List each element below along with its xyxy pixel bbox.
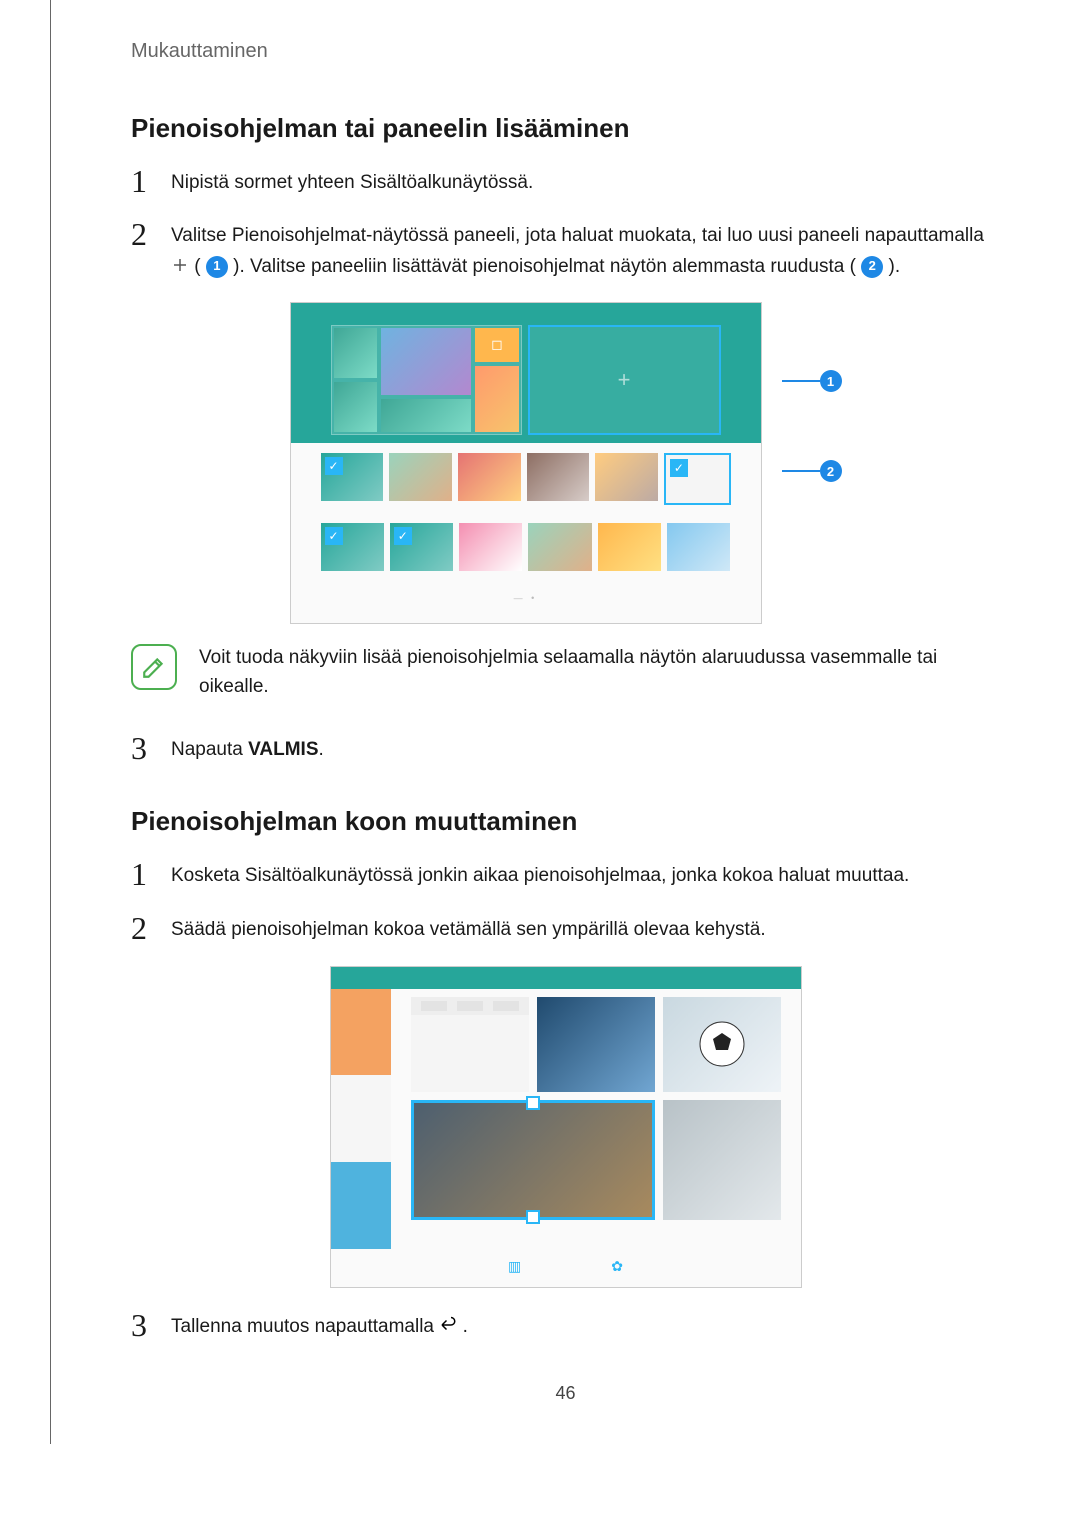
back-icon <box>439 1312 457 1342</box>
widget-thumb[interactable] <box>667 523 730 571</box>
step-number: 2 <box>131 911 171 946</box>
widget-thumb[interactable] <box>598 523 661 571</box>
step-text: Napauta VALMIS. <box>171 731 1000 765</box>
step-number: 2 <box>131 217 171 252</box>
figure-widget-resize: ▥ ✿ <box>330 966 802 1288</box>
figure-2-wrap: ▥ ✿ <box>131 966 1000 1288</box>
callout-1: 1 <box>820 370 842 392</box>
step-text: Tallenna muutos napauttamalla . <box>171 1308 1000 1343</box>
step-number: 1 <box>131 857 171 892</box>
tile <box>663 997 781 1092</box>
step-text: Valitse Pienoisohjelmat-näytössä paneeli… <box>171 217 1000 282</box>
heading-resize-widget: Pienoisohjelman koon muuttaminen <box>131 806 1000 837</box>
bottom-button-widgets[interactable]: ▥ <box>508 1258 521 1277</box>
callout-bubble-1: 1 <box>206 256 228 278</box>
step-number: 3 <box>131 1308 171 1343</box>
step-number: 3 <box>131 731 171 766</box>
note-text: Voit tuoda näkyviin lisää pienoisohjelmi… <box>199 644 1000 701</box>
widget-thumb[interactable]: ✓ <box>390 523 453 571</box>
step-number: 1 <box>131 164 171 199</box>
step-text: Nipistä sormet yhteen Sisältöalkunäytöss… <box>171 164 1000 198</box>
tile <box>411 997 529 1092</box>
figure-1-wrap: ◻ + ✓ ✓ <box>131 302 1000 624</box>
widget-thumb[interactable] <box>459 523 522 571</box>
widget-thumb[interactable] <box>595 453 658 501</box>
step-2-2: 2 Säädä pienoisohjelman kokoa vetämällä … <box>131 911 1000 946</box>
widget-thumb[interactable] <box>389 453 452 501</box>
widget-thumb[interactable]: ✓ <box>321 523 384 571</box>
step-2-1: 1 Kosketa Sisältöalkunäytössä jonkin aik… <box>131 857 1000 892</box>
panel-preview: ◻ <box>331 325 522 435</box>
figure-widget-selection: ◻ + ✓ ✓ <box>290 302 762 624</box>
plus-icon <box>171 252 189 282</box>
step-text: Kosketa Sisältöalkunäytössä jonkin aikaa… <box>171 857 1000 891</box>
step-1-3: 3 Napauta VALMIS. <box>131 731 1000 766</box>
note-icon <box>131 644 177 690</box>
callout-2: 2 <box>820 460 842 482</box>
widget-thumb[interactable] <box>527 453 590 501</box>
step-1-1: 1 Nipistä sormet yhteen Sisältöalkunäytö… <box>131 164 1000 199</box>
breadcrumb: Mukauttaminen <box>131 40 1000 63</box>
tile-resizing[interactable] <box>411 1100 655 1220</box>
widget-thumb-selected[interactable]: ✓ <box>664 453 731 505</box>
step-2-3: 3 Tallenna muutos napauttamalla . <box>131 1308 1000 1343</box>
step-1-2: 2 Valitse Pienoisohjelmat-näytössä panee… <box>131 217 1000 282</box>
widget-thumb[interactable] <box>528 523 591 571</box>
widget-thumb[interactable] <box>458 453 521 501</box>
note-block: Voit tuoda näkyviin lisää pienoisohjelmi… <box>131 644 1000 701</box>
bottom-button-layout[interactable]: ✿ <box>611 1258 623 1277</box>
page-number: 46 <box>131 1383 1000 1404</box>
tile <box>537 997 655 1092</box>
heading-add-widget-panel: Pienoisohjelman tai paneelin lisääminen <box>131 113 1000 144</box>
panel-add-button[interactable]: + <box>528 325 721 435</box>
tile <box>663 1100 781 1220</box>
step-text: Säädä pienoisohjelman kokoa vetämällä se… <box>171 911 1000 945</box>
callout-bubble-2: 2 <box>861 256 883 278</box>
widget-thumb[interactable]: ✓ <box>321 453 384 501</box>
